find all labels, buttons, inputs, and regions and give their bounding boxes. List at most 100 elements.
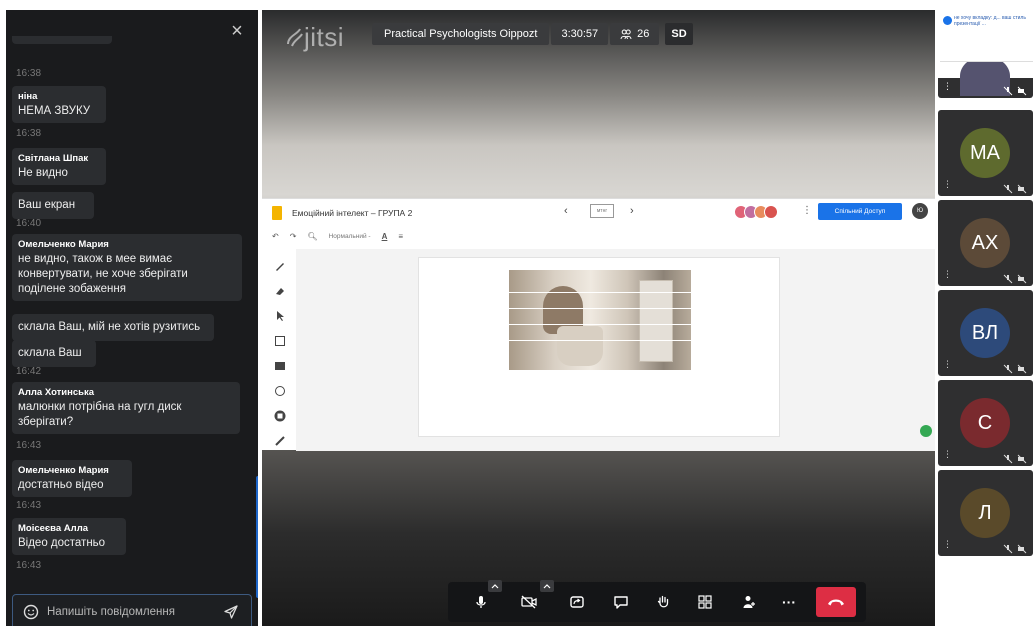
message-sender: Омельченко Мария: [18, 239, 109, 250]
chat-button[interactable]: [606, 587, 636, 617]
message-time: 16:38: [16, 128, 42, 139]
collaborator-avatars: [734, 205, 788, 219]
phone-hangup-icon: [828, 599, 844, 606]
photo-cut-line: [509, 324, 691, 325]
avatar: С: [960, 398, 1010, 448]
photo-cut-line: [509, 340, 691, 341]
align-icon: ≡: [398, 231, 404, 241]
filmstrip: не хочу вкладку: д... ваш стиль презента…: [938, 10, 1033, 626]
undo-icon: ↶: [272, 231, 279, 241]
share-thumbnail-text: не хочу вкладку: д... ваш стиль презента…: [954, 15, 1026, 27]
camera-muted-icon: [1017, 541, 1027, 554]
whiteboard-canvas: [296, 249, 935, 451]
chat-composer: [12, 594, 252, 626]
redo-icon: ↷: [289, 231, 297, 241]
message-text: малюнки потрібна на гугл диск зберігати?: [18, 401, 182, 428]
mic-muted-icon: [1003, 181, 1013, 194]
chat-messages: 16:38 ніна НЕМА ЗВУКУ 16:38 Світлана Шпа…: [6, 36, 258, 596]
participant-tile[interactable]: МА ⋮: [938, 110, 1033, 196]
message-time: 16:43: [16, 440, 42, 451]
kitchen-photo: [509, 270, 691, 370]
chat-message: Омельченко Мария достатньо відео: [12, 460, 132, 497]
zoom-icon: 🔍︎: [307, 231, 318, 241]
chat-message: склала Ваш, мій не хотів рузитись: [12, 314, 214, 341]
photo-cut-line: [509, 292, 691, 293]
video-quality-badge[interactable]: SD: [665, 23, 693, 45]
participant-tile[interactable]: ВЛ ⋮: [938, 290, 1033, 376]
pointer-icon: [274, 309, 286, 321]
tile-menu-icon[interactable]: ⋮: [943, 81, 952, 92]
camera-muted-icon: [1017, 361, 1027, 374]
shared-app-toolbar: ↶ ↷ 🔍︎ Нормальний - A ≡: [272, 229, 403, 243]
camera-muted-icon: [1017, 83, 1027, 96]
participant-tile[interactable]: не хочу вкладку: д... ваш стиль презента…: [938, 12, 1033, 98]
message-time: 16:42: [16, 366, 42, 377]
participants-count-button[interactable]: 26: [610, 23, 660, 45]
conference-info-bar: Practical Psychologists Oippozt 3:30:57 …: [372, 23, 693, 45]
participants-count: 26: [637, 28, 650, 40]
participants-icon: [743, 596, 755, 608]
shared-doc-title: Емоційний інтелект – ГРУПА 2: [292, 208, 413, 218]
chat-message: Ваш екран: [12, 192, 94, 219]
jitsi-logo-icon: [287, 28, 303, 47]
camera-options-button[interactable]: [540, 580, 554, 592]
mic-muted-icon: [1003, 271, 1013, 284]
chat-icon: [614, 596, 628, 609]
camera-off-icon: [521, 595, 537, 609]
participants-button[interactable]: [734, 587, 764, 617]
shape-icon: [274, 384, 286, 396]
message-sender: Світлана Шпак: [18, 153, 89, 164]
raise-hand-icon: [657, 595, 669, 608]
photo-cut-line: [509, 308, 691, 309]
message-sender: Моісеєва Алла: [18, 523, 89, 534]
screen-share-icon: [570, 596, 584, 608]
message-text: склала Ваш: [18, 347, 82, 359]
conference-stage: jitsi Practical Psychologists Oippozt 3:…: [262, 10, 935, 626]
shared-screen: Емоційний інтелект – ГРУПА 2 ‹ мтнг › ⋮ …: [262, 198, 935, 451]
next-slide-icon: ›: [630, 205, 634, 217]
frame-icon: [274, 409, 286, 422]
microphone-options-button[interactable]: [488, 580, 502, 592]
tile-view-button[interactable]: [690, 587, 720, 617]
chat-message: ніна НЕМА ЗВУКУ: [12, 86, 106, 123]
message-time: 16:38: [16, 68, 42, 79]
avatar: МА: [960, 128, 1010, 178]
camera-muted-icon: [1017, 181, 1027, 194]
share-access-button: Спільний Доступ: [818, 203, 902, 220]
tile-menu-icon[interactable]: ⋮: [943, 269, 952, 280]
tile-view-icon: [698, 595, 712, 609]
screen-share-button[interactable]: [562, 587, 592, 617]
tile-menu-icon[interactable]: ⋮: [943, 539, 952, 550]
send-icon[interactable]: [223, 604, 239, 620]
chat-message-input[interactable]: [47, 603, 207, 621]
more-options-button[interactable]: ···: [774, 587, 804, 617]
raise-hand-button[interactable]: [648, 587, 678, 617]
participant-tile[interactable]: С ⋮: [938, 380, 1033, 466]
jitsi-logo: jitsi: [284, 22, 344, 53]
sticky-note-icon: [274, 334, 286, 346]
message-text: склала Ваш, мій не хотів рузитись: [18, 321, 201, 333]
hangup-button[interactable]: [816, 587, 856, 617]
microphone-icon: [476, 596, 486, 608]
magic-icon: [274, 434, 286, 446]
message-text: НЕМА ЗВУКУ: [18, 105, 91, 117]
message-time: 16:43: [16, 500, 42, 511]
participant-tile[interactable]: Л ⋮: [938, 470, 1033, 556]
drawing-tools: [272, 259, 288, 446]
chat-scrollbar[interactable]: [256, 476, 258, 598]
message-text: не видно, також в мее вимає конвертувати…: [18, 253, 188, 295]
tile-menu-icon[interactable]: ⋮: [943, 179, 952, 190]
tile-menu-icon[interactable]: ⋮: [943, 449, 952, 460]
message-text: Ваш екран: [18, 199, 76, 211]
participant-tile[interactable]: АХ ⋮: [938, 200, 1033, 286]
chevron-up-icon: [543, 584, 551, 589]
camera-muted-icon: [1017, 451, 1027, 464]
emoji-icon[interactable]: [23, 604, 39, 620]
tile-indicators: [1003, 451, 1027, 464]
more-vert-icon: ⋮: [802, 205, 812, 216]
tile-menu-icon[interactable]: ⋮: [943, 359, 952, 370]
message-text: Відео достатньо: [18, 537, 106, 549]
screen-share-thumbnail: не хочу вкладку: д... ваш стиль презента…: [940, 12, 1033, 62]
camera-button[interactable]: [514, 587, 544, 617]
prev-slide-icon: ‹: [564, 205, 568, 217]
